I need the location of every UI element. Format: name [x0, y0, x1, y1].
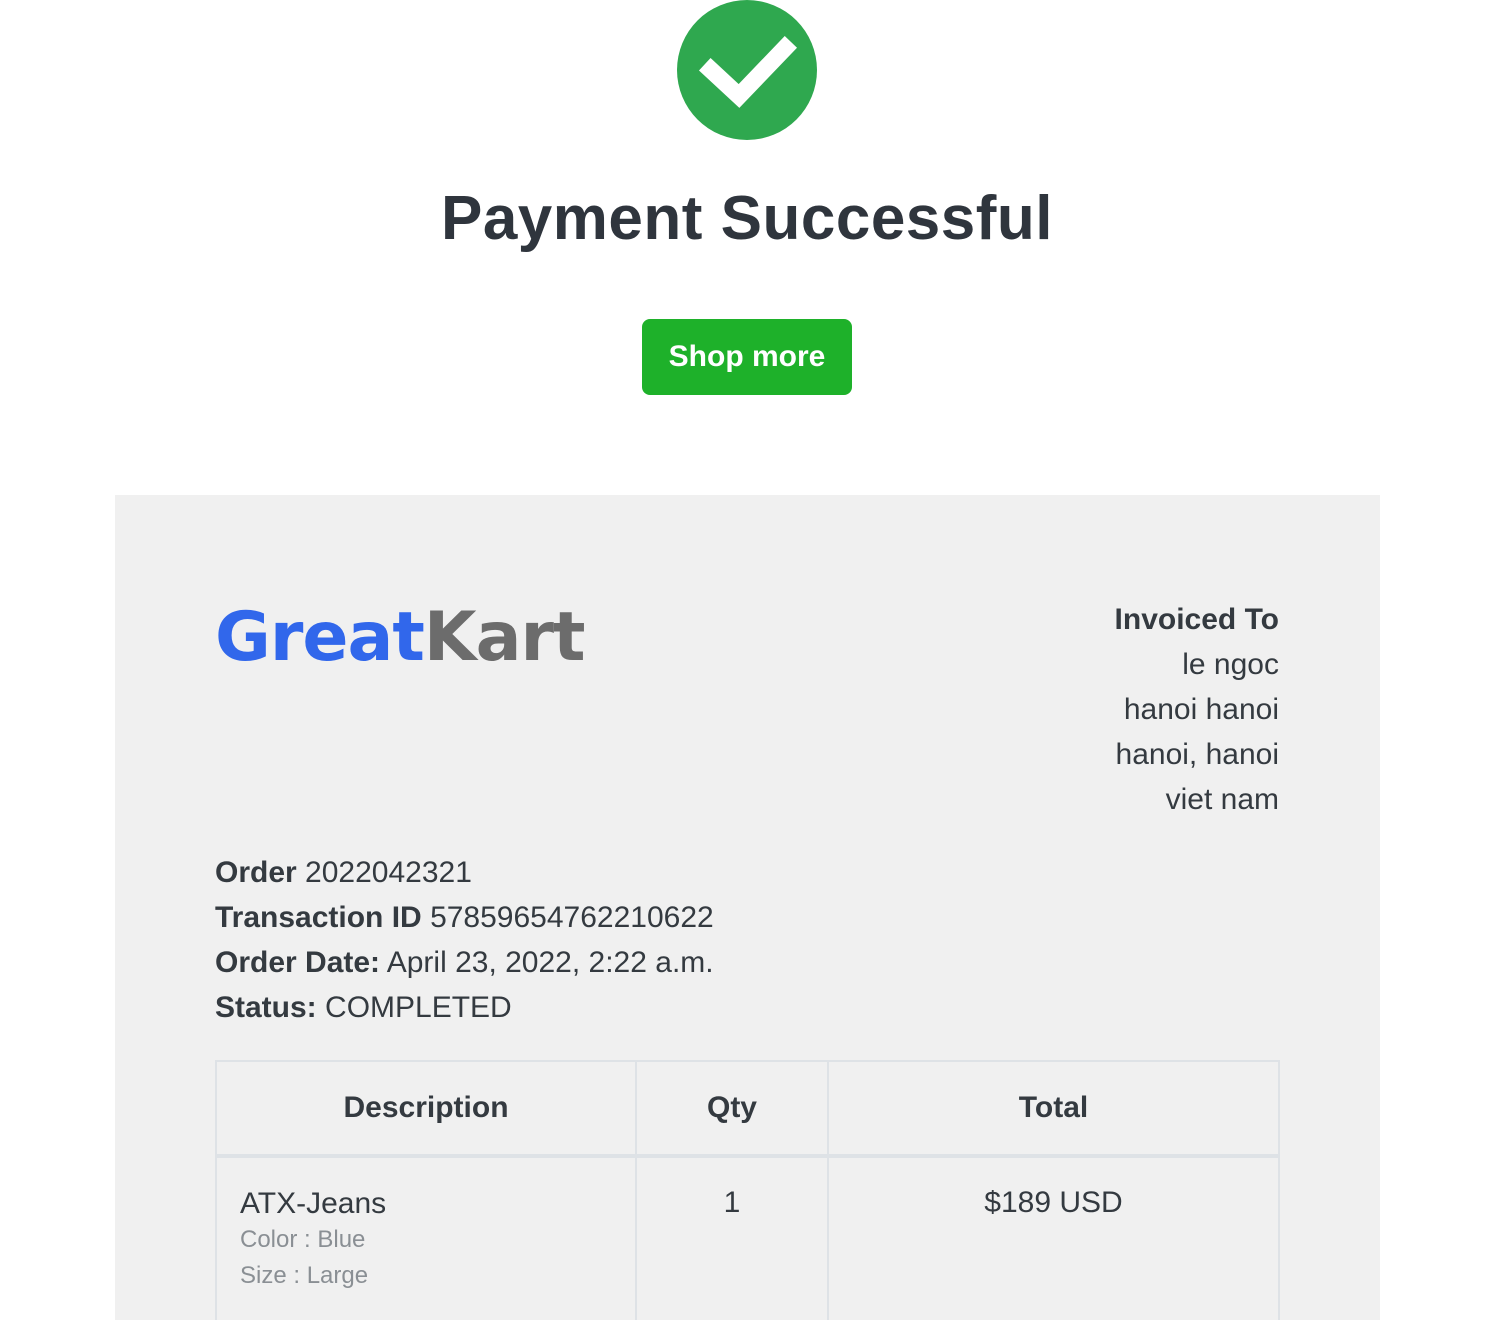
order-date: April 23, 2022, 2:22 a.m. [386, 946, 714, 979]
logo-part-kart: Kart [423, 598, 586, 677]
item-name: ATX-Jeans [240, 1187, 387, 1220]
order-number-row: Order 2022042321 [215, 850, 714, 895]
table-row: ATX-Jeans Color : Blue Size : Large 1 $1… [215, 1155, 1280, 1320]
address-country: viet nam [1165, 783, 1279, 816]
status-value: COMPLETED [325, 991, 512, 1024]
header-total: Total [827, 1060, 1280, 1158]
order-meta: Order 2022042321 Transaction ID 57859654… [215, 850, 714, 1030]
invoice-panel: GreatKart Invoiced To le ngoc hanoi hano… [115, 495, 1380, 1320]
transaction-label: Transaction ID [215, 901, 422, 934]
greatkart-logo[interactable]: GreatKart [215, 593, 585, 683]
invoiced-to-block: Invoiced To le ngoc hanoi hanoi hanoi, h… [1115, 597, 1279, 822]
item-qty: 1 [635, 1155, 829, 1320]
item-color: Color : Blue [240, 1226, 366, 1253]
item-total: $189 USD [827, 1155, 1280, 1320]
order-date-row: Order Date: April 23, 2022, 2:22 a.m. [215, 940, 714, 985]
table-header-row: Description Qty Total [215, 1060, 1280, 1158]
checkmark-icon [698, 35, 798, 108]
invoiced-to-heading: Invoiced To [1114, 603, 1279, 636]
item-description-cell: ATX-Jeans Color : Blue Size : Large [215, 1155, 637, 1320]
status-row: Status: COMPLETED [215, 985, 714, 1030]
logo-part-great: Great [215, 598, 425, 677]
address-line-1: hanoi hanoi [1123, 693, 1279, 726]
address-line-2: hanoi, hanoi [1115, 738, 1279, 771]
status-label: Status: [215, 991, 317, 1024]
order-label: Order [215, 856, 297, 889]
payment-success-page: Payment Successful Shop more GreatKart I… [0, 0, 1486, 1320]
transaction-id: 57859654762210622 [430, 901, 714, 934]
header-description: Description [215, 1060, 637, 1158]
check-circle-icon [677, 0, 817, 140]
shop-more-button[interactable]: Shop more [642, 319, 852, 395]
item-size: Size : Large [240, 1262, 369, 1289]
order-date-label: Order Date: [215, 946, 381, 979]
order-number: 2022042321 [305, 856, 472, 889]
transaction-row: Transaction ID 57859654762210622 [215, 895, 714, 940]
order-items-table: Description Qty Total ATX-Jeans Color : … [215, 1060, 1280, 1320]
header-qty: Qty [635, 1060, 829, 1158]
page-title: Payment Successful [440, 184, 1054, 253]
customer-name: le ngoc [1182, 648, 1279, 681]
